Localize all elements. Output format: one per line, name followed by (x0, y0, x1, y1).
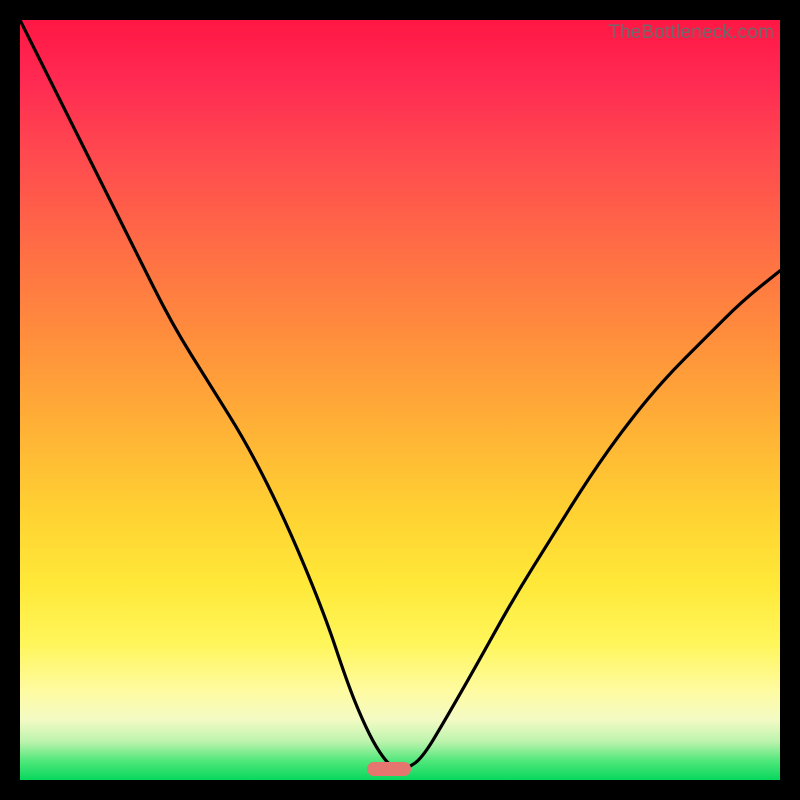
curve-path (20, 20, 780, 769)
optimal-marker (367, 762, 411, 776)
bottleneck-curve (20, 20, 780, 780)
watermark-text: TheBottleneck.com (608, 22, 774, 44)
plot-area: TheBottleneck.com (20, 20, 780, 780)
chart-frame: TheBottleneck.com (0, 0, 800, 800)
